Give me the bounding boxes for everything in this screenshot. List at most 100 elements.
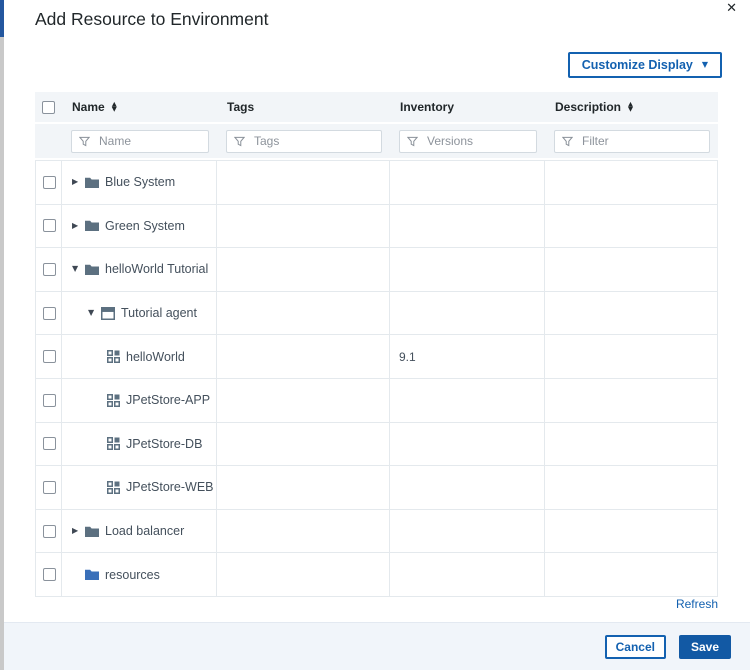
row-inventory-cell bbox=[390, 466, 545, 509]
table-row: ▶ Green System bbox=[35, 205, 718, 249]
row-label[interactable]: Blue System bbox=[105, 175, 175, 189]
folder-icon bbox=[85, 526, 99, 537]
row-tags-cell bbox=[217, 423, 390, 466]
column-header-name[interactable]: Name ▲▼ bbox=[62, 100, 217, 114]
row-tags-cell bbox=[217, 292, 390, 335]
row-label[interactable]: Tutorial agent bbox=[121, 306, 197, 320]
table-filter-row bbox=[35, 122, 718, 158]
row-checkbox-cell bbox=[35, 292, 62, 335]
sort-icon[interactable]: ▲▼ bbox=[628, 102, 633, 112]
column-header-inventory: Inventory bbox=[390, 100, 545, 114]
indent-spacer bbox=[72, 487, 107, 488]
column-header-description[interactable]: Description ▲▼ bbox=[545, 100, 718, 114]
row-description-cell bbox=[545, 553, 718, 596]
expander-icon[interactable]: ▶ bbox=[72, 527, 85, 535]
row-name-cell: JPetStore-APP bbox=[62, 379, 217, 422]
row-inventory-cell bbox=[390, 423, 545, 466]
folder-icon bbox=[85, 264, 99, 275]
row-checkbox[interactable] bbox=[43, 219, 56, 232]
row-checkbox[interactable] bbox=[43, 176, 56, 189]
column-header-tags: Tags bbox=[217, 100, 390, 114]
row-checkbox[interactable] bbox=[43, 394, 56, 407]
dialog-title: Add Resource to Environment bbox=[35, 9, 268, 30]
row-name-cell: ▶ Load balancer bbox=[62, 510, 217, 553]
row-checkbox[interactable] bbox=[43, 307, 56, 320]
row-checkbox[interactable] bbox=[43, 525, 56, 538]
indent-spacer bbox=[72, 313, 88, 314]
table-row: ▼ Tutorial agent bbox=[35, 292, 718, 336]
row-inventory-cell bbox=[390, 553, 545, 596]
tags-filter-input[interactable] bbox=[226, 130, 382, 153]
column-header-name-label: Name bbox=[72, 100, 105, 114]
name-filter-input[interactable] bbox=[71, 130, 209, 153]
resource-table: Name ▲▼ Tags Inventory Description ▲▼ bbox=[35, 92, 718, 597]
table-row: ▶ Load balancer bbox=[35, 510, 718, 554]
row-label[interactable]: Load balancer bbox=[105, 524, 184, 538]
row-description-cell bbox=[545, 379, 718, 422]
row-label[interactable]: helloWorld bbox=[126, 350, 185, 364]
table-row: JPetStore-APP bbox=[35, 379, 718, 423]
table-row: ▼ helloWorld Tutorial bbox=[35, 248, 718, 292]
row-checkbox[interactable] bbox=[43, 568, 56, 581]
row-description-cell bbox=[545, 335, 718, 378]
row-tags-cell bbox=[217, 205, 390, 248]
row-label[interactable]: Green System bbox=[105, 219, 185, 233]
table-row: resources bbox=[35, 553, 718, 597]
customize-display-button[interactable]: Customize Display ▼ bbox=[568, 52, 722, 78]
column-header-tags-label: Tags bbox=[227, 100, 254, 114]
row-inventory-cell bbox=[390, 161, 545, 204]
component-icon bbox=[107, 481, 120, 494]
row-name-cell: resources bbox=[62, 553, 217, 596]
row-name-cell: JPetStore-WEB bbox=[62, 466, 217, 509]
row-label[interactable]: resources bbox=[105, 568, 160, 582]
chevron-down-icon: ▼ bbox=[702, 61, 708, 69]
row-label[interactable]: JPetStore-APP bbox=[126, 393, 210, 407]
row-inventory-cell bbox=[390, 510, 545, 553]
folder-icon bbox=[85, 220, 99, 231]
cancel-button[interactable]: Cancel bbox=[605, 635, 666, 659]
row-checkbox-cell bbox=[35, 510, 62, 553]
customize-display-label: Customize Display bbox=[582, 58, 693, 72]
indent-spacer bbox=[72, 356, 107, 357]
row-inventory-cell bbox=[390, 379, 545, 422]
expander-icon[interactable]: ▼ bbox=[72, 265, 85, 273]
table-row: JPetStore-WEB bbox=[35, 466, 718, 510]
row-label[interactable]: JPetStore-DB bbox=[126, 437, 202, 451]
row-inventory-cell bbox=[390, 292, 545, 335]
row-checkbox-cell bbox=[35, 553, 62, 596]
row-checkbox-cell bbox=[35, 466, 62, 509]
description-filter-cell bbox=[554, 130, 710, 153]
sort-icon[interactable]: ▲▼ bbox=[112, 102, 117, 112]
row-label[interactable]: JPetStore-WEB bbox=[126, 480, 214, 494]
row-checkbox[interactable] bbox=[43, 437, 56, 450]
expander-icon[interactable]: ▶ bbox=[72, 222, 85, 230]
save-button[interactable]: Save bbox=[679, 635, 731, 659]
row-checkbox[interactable] bbox=[43, 263, 56, 276]
component-icon bbox=[107, 350, 120, 363]
versions-filter-cell bbox=[399, 130, 537, 153]
component-icon bbox=[107, 437, 120, 450]
expander-icon[interactable]: ▼ bbox=[88, 309, 101, 317]
row-description-cell bbox=[545, 466, 718, 509]
row-tags-cell bbox=[217, 466, 390, 509]
row-description-cell bbox=[545, 423, 718, 466]
table-header-row: Name ▲▼ Tags Inventory Description ▲▼ bbox=[35, 92, 718, 122]
row-label[interactable]: helloWorld Tutorial bbox=[105, 262, 208, 276]
row-description-cell bbox=[545, 510, 718, 553]
row-tags-cell bbox=[217, 248, 390, 291]
row-checkbox-cell bbox=[35, 205, 62, 248]
versions-filter-input[interactable] bbox=[399, 130, 537, 153]
row-checkbox-cell bbox=[35, 335, 62, 378]
column-header-description-label: Description bbox=[555, 100, 621, 114]
close-icon[interactable]: ✕ bbox=[726, 1, 737, 16]
row-name-cell: ▼ helloWorld Tutorial bbox=[62, 248, 217, 291]
refresh-link[interactable]: Refresh bbox=[676, 597, 718, 611]
row-checkbox[interactable] bbox=[43, 350, 56, 363]
row-tags-cell bbox=[217, 510, 390, 553]
component-icon bbox=[107, 394, 120, 407]
row-checkbox-cell bbox=[35, 161, 62, 204]
description-filter-input[interactable] bbox=[554, 130, 710, 153]
expander-icon[interactable]: ▶ bbox=[72, 178, 85, 186]
select-all-checkbox[interactable] bbox=[42, 101, 55, 114]
row-checkbox[interactable] bbox=[43, 481, 56, 494]
